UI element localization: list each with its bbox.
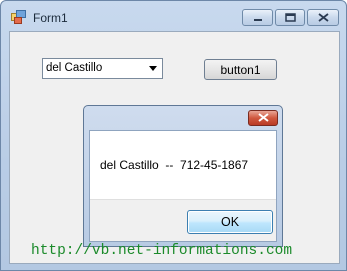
window-title: Form1 (33, 11, 68, 25)
maximize-icon (284, 11, 296, 25)
combobox-value: del Castillo (46, 62, 103, 74)
app-icon (11, 10, 27, 24)
dropdown-arrow-icon[interactable] (146, 61, 160, 76)
close-icon (257, 111, 269, 125)
close-icon (317, 11, 329, 25)
button1[interactable]: button1 (204, 59, 277, 80)
ok-button[interactable]: OK (187, 210, 273, 234)
minimize-button[interactable] (242, 9, 273, 26)
maximize-button[interactable] (275, 9, 305, 26)
name-combobox[interactable]: del Castillo (42, 58, 163, 79)
minimize-icon (253, 11, 263, 25)
title-bar[interactable]: Form1 (1, 1, 346, 31)
messagebox-close-button[interactable] (248, 110, 278, 126)
message-text: del Castillo -- 712-45-1867 (100, 158, 249, 172)
messagebox-body: del Castillo -- 712-45-1867 OK (89, 130, 277, 242)
message-box: del Castillo -- 712-45-1867 OK (83, 105, 283, 247)
main-window: Form1 del Castillo button1 del Castillo … (0, 0, 347, 271)
watermark-url: http://vb.net-informations.com (31, 243, 293, 259)
messagebox-footer: OK (90, 199, 276, 241)
close-button[interactable] (307, 9, 339, 26)
